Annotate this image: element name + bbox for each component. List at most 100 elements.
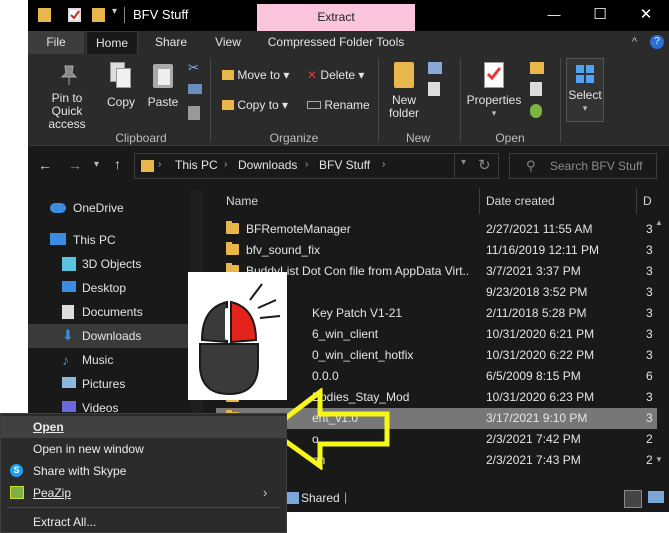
minimize-button[interactable]: — (531, 0, 577, 31)
scroll-down-icon[interactable]: ▼ (655, 455, 663, 464)
large-icons-view-button[interactable] (648, 491, 664, 503)
desktop-icon (62, 281, 76, 292)
tab-share[interactable]: Share (146, 31, 196, 54)
submenu-chevron-icon: › (263, 485, 268, 500)
close-button[interactable]: ✕ (623, 0, 669, 31)
new-folder-button[interactable]: New folder (384, 62, 424, 120)
nav-item-pictures[interactable]: Pictures (28, 372, 188, 396)
select-label: Select (568, 88, 602, 102)
rename-button[interactable]: Rename (307, 98, 370, 112)
delete-icon: ✕ (307, 68, 318, 82)
tab-compressed-folder-tools[interactable]: Compressed Folder Tools (257, 31, 415, 54)
column-divider[interactable] (479, 188, 480, 214)
file-row[interactable]: bfv_sound_fix 11/16/2019 12:11 PM 3 (216, 240, 657, 261)
menu-item-open[interactable]: Open (1, 416, 286, 438)
scroll-up-icon[interactable]: ▲ (655, 218, 663, 227)
copy-to-label: Copy to (237, 98, 279, 112)
search-input[interactable]: ⚲ Search BFV Stuff (509, 153, 657, 179)
help-icon[interactable]: ? (650, 35, 664, 49)
address-dropdown-icon[interactable]: ▾ (461, 157, 466, 168)
menu-label: Share with Skype (33, 464, 127, 478)
file-name: 0_win_client_hotfix (312, 348, 414, 362)
menu-item-peazip[interactable]: PeaZip › (1, 482, 286, 504)
column-header-date-created[interactable]: Date created (486, 190, 555, 212)
column-header-extra[interactable]: D (643, 190, 652, 212)
column-header-name[interactable]: Name (226, 190, 258, 212)
folder-icon (38, 8, 51, 22)
back-button[interactable]: ← (38, 157, 52, 173)
copy-button[interactable]: Copy (104, 62, 138, 109)
move-to-button[interactable]: Move to ▾ (222, 68, 289, 82)
new-item-icon[interactable] (428, 62, 442, 74)
breadcrumb-chevron: › (382, 159, 386, 170)
paste-button[interactable]: Paste (146, 62, 180, 109)
nav-label: 3D Objects (82, 257, 142, 271)
nav-item-this-pc[interactable]: This PC (28, 228, 188, 252)
select-button[interactable]: Select ▾ (566, 58, 604, 122)
menu-label: Extract All... (33, 515, 97, 529)
folder-icon (226, 242, 239, 255)
new-folder-label: New folder (388, 93, 420, 120)
window-title: BFV Stuff (133, 7, 189, 22)
menu-item-extract-all[interactable]: Extract All... (1, 511, 286, 533)
search-placeholder: Search BFV Stuff (550, 159, 643, 173)
nav-item-downloads[interactable]: ⬇ Downloads (28, 324, 188, 348)
clipboard-group-label: Clipboard (115, 131, 167, 145)
breadcrumb-downloads[interactable]: Downloads (238, 158, 297, 172)
nav-item-music[interactable]: ♪ Music (28, 348, 188, 372)
extract-context-tab[interactable]: Extract (257, 4, 415, 31)
new-group-label: New (405, 131, 430, 145)
delete-button[interactable]: ✕ Delete ▾ (307, 68, 364, 82)
up-button[interactable]: ↑ (114, 156, 121, 172)
edit-icon[interactable] (530, 82, 542, 96)
tab-view[interactable]: View (204, 31, 252, 54)
recent-locations-icon[interactable]: ▾ (94, 159, 99, 170)
music-icon: ♪ (62, 352, 69, 368)
file-row[interactable]: BFRemoteManager 2/27/2021 11:55 AM 3 (216, 219, 657, 240)
refresh-icon[interactable]: ↻ (478, 156, 491, 174)
computer-icon (50, 233, 66, 245)
nav-item-desktop[interactable]: Desktop (28, 276, 188, 300)
menu-item-open-new-window[interactable]: Open in new window (1, 438, 286, 460)
file-date: 10/31/2020 6:23 PM (486, 390, 595, 404)
nav-item-onedrive[interactable]: OneDrive (28, 196, 188, 220)
file-date: 2/11/2018 5:28 PM (486, 306, 587, 320)
breadcrumb-this-pc[interactable]: This PC (175, 158, 218, 172)
file-date: 10/31/2020 6:22 PM (486, 348, 595, 362)
nav-item-3d-objects[interactable]: 3D Objects (28, 252, 188, 276)
copy-to-icon (222, 100, 234, 110)
breadcrumb-bfv-stuff[interactable]: BFV Stuff (319, 158, 370, 172)
file-date: 2/27/2021 11:55 AM (486, 222, 593, 236)
paste-shortcut-icon[interactable] (188, 106, 200, 120)
properties-button[interactable]: Properties ▾ (464, 62, 524, 120)
details-view-button[interactable] (624, 490, 642, 508)
status-shared: Shared (301, 491, 340, 505)
file-name: 0.0.0 (312, 369, 339, 383)
file-list-scrollbar[interactable]: ▲ ▼ (650, 214, 667, 470)
copy-path-icon[interactable] (188, 84, 202, 94)
nav-item-documents[interactable]: Documents (28, 300, 188, 324)
quick-access-dropdown-icon[interactable]: ▾ (112, 6, 117, 17)
forward-button[interactable]: → (68, 157, 82, 173)
collapse-ribbon-icon[interactable]: ^ (632, 36, 637, 48)
address-bar[interactable]: › This PC › Downloads › BFV Stuff › ▾ ↻ (134, 153, 499, 179)
file-date: 6/5/2009 8:15 PM (486, 369, 581, 383)
rename-label: Rename (324, 98, 370, 112)
new-folder-quick-icon[interactable] (92, 8, 105, 22)
pin-to-quick-access-button[interactable]: Pin to Quick access (32, 64, 102, 131)
copy-icon (110, 62, 132, 88)
mouse-right-click-graphic (188, 272, 287, 400)
open-icon[interactable] (530, 62, 544, 74)
easy-access-icon[interactable] (428, 82, 440, 96)
nav-label: Documents (82, 305, 143, 319)
cut-icon[interactable]: ✂ (188, 60, 199, 76)
menu-item-share-skype[interactable]: S Share with Skype (1, 460, 286, 482)
file-date: 10/31/2020 6:21 PM (486, 327, 595, 341)
maximize-button[interactable]: ☐ (577, 0, 623, 31)
copy-to-button[interactable]: Copy to ▾ (222, 98, 288, 112)
tab-home[interactable]: Home (86, 31, 138, 54)
tab-file[interactable]: File (28, 31, 84, 54)
history-icon[interactable] (530, 104, 542, 118)
column-divider[interactable] (636, 188, 637, 214)
properties-quick-icon[interactable] (68, 8, 81, 22)
